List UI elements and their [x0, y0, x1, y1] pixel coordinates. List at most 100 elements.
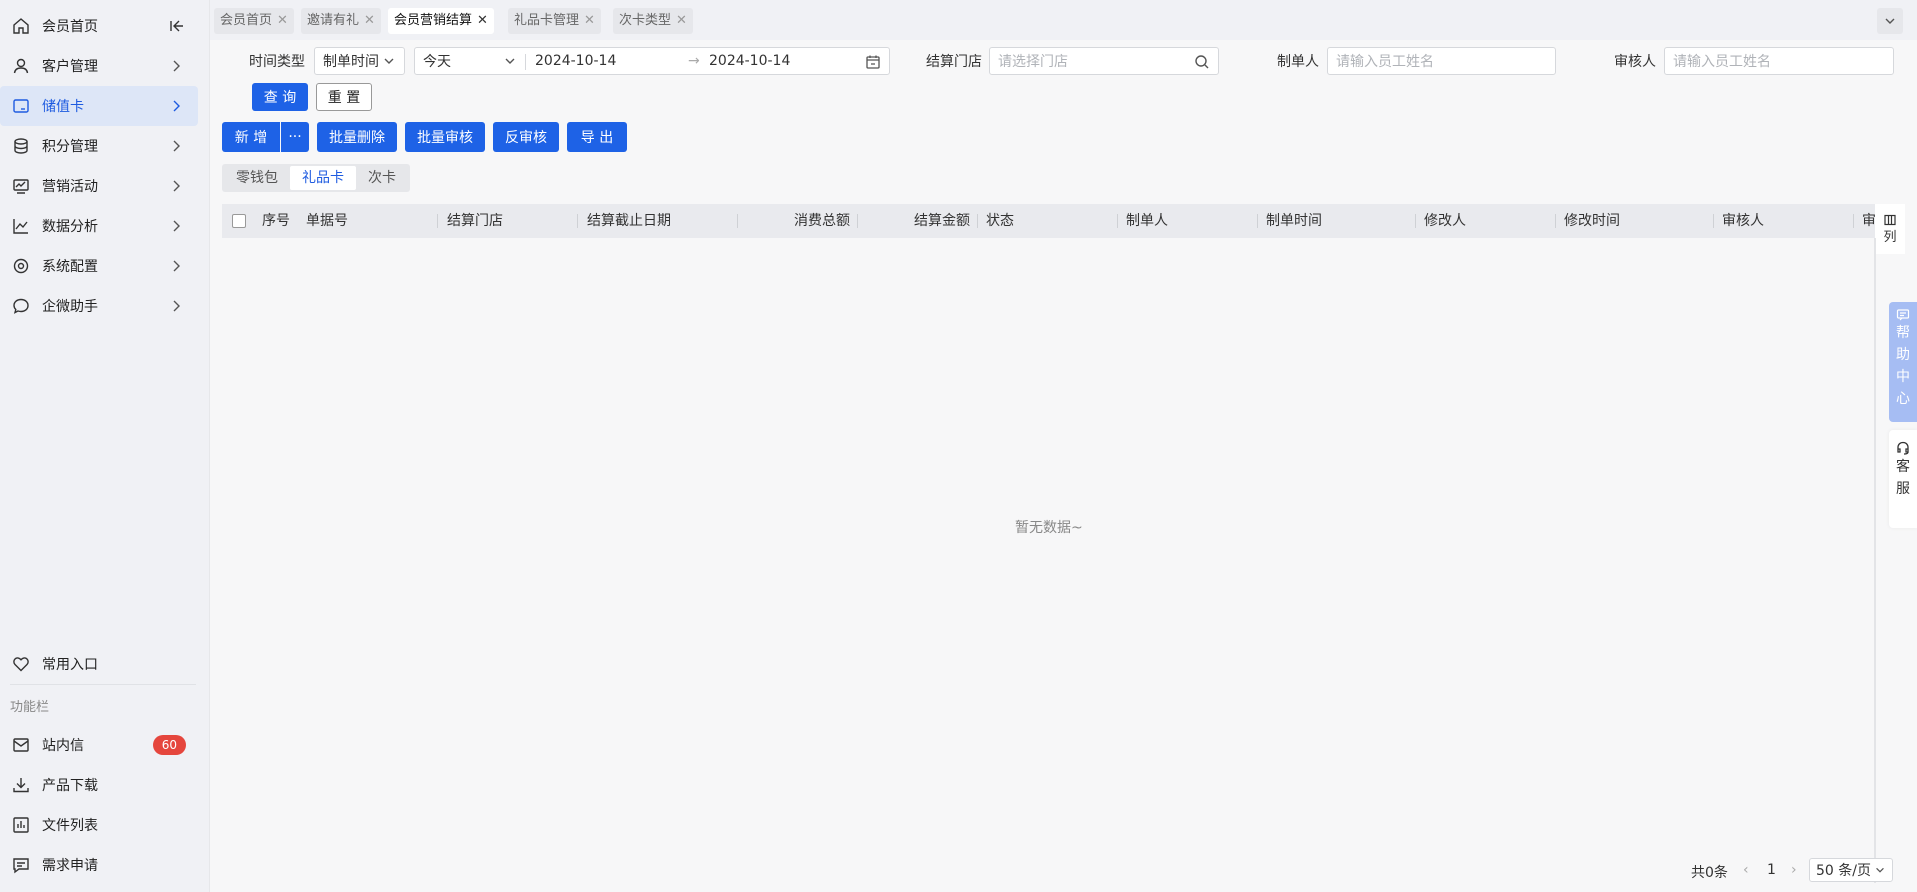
close-icon[interactable]: ✕ — [364, 8, 375, 34]
sidebar-item-stored-value-card[interactable]: 储值卡 — [0, 86, 198, 126]
date-start[interactable]: 2024-10-14 — [535, 53, 616, 69]
maker-label: 制单人 — [1277, 54, 1319, 70]
sidebar-item-label: 文件列表 — [42, 818, 98, 834]
tab-settlement[interactable]: 会员营销结算 ✕ — [388, 8, 494, 34]
column-settings-button[interactable]: 列 — [1875, 204, 1905, 254]
vertical-scrollbar[interactable] — [1874, 238, 1876, 883]
col-total-spend: 消费总额 — [794, 213, 850, 229]
tab-label: 礼品卡管理 — [514, 13, 580, 28]
col-separator — [1853, 214, 1854, 228]
time-type-select[interactable]: 制单时间 — [314, 47, 405, 75]
unread-badge: 60 — [152, 735, 186, 755]
col-review-truncated: 审 — [1862, 213, 1876, 229]
sidebar-item-wecom-assistant[interactable]: 企微助手 — [0, 286, 198, 326]
tabs-dropdown-button[interactable] — [1877, 8, 1903, 34]
col-deadline: 结算截止日期 — [587, 213, 671, 229]
store-select[interactable]: 请选择门店 — [989, 47, 1219, 75]
segment-wallet[interactable]: 零钱包 — [224, 166, 290, 190]
col-maker: 制单人 — [1126, 213, 1168, 229]
database-icon — [12, 137, 30, 155]
col-doc-number: 单据号 — [306, 213, 348, 229]
chevron-down-icon — [1885, 18, 1895, 24]
col-separator — [577, 214, 578, 228]
chevron-down-icon — [384, 58, 394, 64]
reviewer-label: 审核人 — [1614, 54, 1656, 70]
pagination-current-page[interactable]: 1 — [1767, 862, 1776, 878]
inbox-icon — [12, 736, 30, 754]
favorites-entry[interactable]: 常用入口 — [0, 644, 198, 684]
maker-input[interactable]: 请输入员工姓名 — [1327, 47, 1556, 75]
sidebar-item-label: 企微助手 — [42, 299, 98, 315]
col-status: 状态 — [986, 213, 1014, 229]
date-end[interactable]: 2024-10-14 — [709, 53, 790, 69]
query-button[interactable]: 查 询 — [252, 83, 308, 111]
select-all-checkbox[interactable] — [232, 214, 246, 228]
reviewer-input[interactable]: 请输入员工姓名 — [1664, 47, 1894, 75]
add-button[interactable]: 新 增 — [222, 122, 280, 152]
col-settle-amount: 结算金额 — [914, 213, 970, 229]
sidebar: 会员首页 客户管理 储值卡 积分管理 营销活动 数据分析 系统配置 企微助手 常… — [0, 0, 210, 892]
card-icon — [12, 97, 30, 115]
segment-times-card[interactable]: 次卡 — [356, 166, 408, 190]
pagination-total: 共0条 — [1691, 865, 1728, 881]
batch-delete-button[interactable]: 批量删除 — [317, 122, 397, 152]
batch-review-button[interactable]: 批量审核 — [405, 122, 485, 152]
store-label: 结算门店 — [926, 54, 982, 70]
sidebar-item-label: 储值卡 — [42, 99, 84, 115]
sidebar-item-analytics[interactable]: 数据分析 — [0, 206, 198, 246]
segment-gift-card[interactable]: 礼品卡 — [290, 166, 356, 190]
customer-service-button[interactable]: 客 服 — [1889, 430, 1917, 528]
sidebar-item-requests[interactable]: 需求申请 — [0, 845, 198, 885]
sidebar-item-points[interactable]: 积分管理 — [0, 126, 198, 166]
sidebar-item-label: 数据分析 — [42, 219, 98, 235]
sidebar-item-file-list[interactable]: 文件列表 — [0, 805, 198, 845]
help-char: 中 — [1896, 369, 1910, 385]
tab-bar: 会员首页 ✕ 邀请有礼 ✕ 会员营销结算 ✕ 礼品卡管理 ✕ 次卡类型 ✕ — [210, 0, 1917, 40]
sidebar-item-label: 需求申请 — [42, 858, 98, 874]
tab-gift-card[interactable]: 礼品卡管理 ✕ — [508, 8, 601, 34]
sidebar-item-label: 系统配置 — [42, 259, 98, 275]
sidebar-item-member-home[interactable]: 会员首页 — [0, 6, 198, 46]
tab-times-card-type[interactable]: 次卡类型 ✕ — [613, 8, 693, 34]
page-size-select[interactable]: 50 条/页 — [1809, 858, 1893, 882]
sidebar-item-label: 产品下载 — [42, 778, 98, 794]
sidebar-item-inbox[interactable]: 站内信 60 — [0, 725, 198, 765]
more-actions-button[interactable]: ··· — [281, 122, 309, 152]
close-icon[interactable]: ✕ — [676, 8, 687, 34]
help-char: 助 — [1896, 347, 1910, 363]
col-separator — [1117, 214, 1118, 228]
sidebar-item-system-config[interactable]: 系统配置 — [0, 246, 198, 286]
range-value: 今天 — [423, 54, 451, 70]
time-type-value: 制单时间 — [323, 54, 379, 70]
tab-invite[interactable]: 邀请有礼 ✕ — [301, 8, 381, 34]
next-page-icon[interactable]: › — [1791, 862, 1797, 878]
collapse-sidebar-icon[interactable] — [168, 17, 186, 35]
search-icon — [1195, 55, 1209, 69]
tab-member-home[interactable]: 会员首页 ✕ — [214, 8, 294, 34]
prev-page-icon[interactable]: ‹ — [1743, 862, 1749, 878]
close-icon[interactable]: ✕ — [277, 8, 288, 34]
col-separator — [737, 214, 738, 228]
main-content: 时间类型 制单时间 今天 2024-10-14 → 2024-10-14 结算门… — [210, 40, 1917, 892]
help-center-button[interactable]: 帮 助 中 心 — [1889, 302, 1917, 422]
empty-state: 暂无数据~ — [1015, 520, 1083, 536]
date-range-picker[interactable]: 今天 2024-10-14 → 2024-10-14 — [414, 47, 890, 75]
sidebar-item-label: 积分管理 — [42, 139, 98, 155]
tab-label: 次卡类型 — [619, 13, 672, 28]
close-icon[interactable]: ✕ — [584, 8, 595, 34]
sidebar-item-marketing[interactable]: 营销活动 — [0, 166, 198, 206]
range-arrow-icon: → — [688, 53, 700, 69]
unreview-button[interactable]: 反审核 — [493, 122, 559, 152]
chevron-right-icon — [173, 260, 180, 272]
field-divider — [525, 54, 526, 70]
monitor-chart-icon — [12, 177, 30, 195]
sidebar-item-downloads[interactable]: 产品下载 — [0, 765, 198, 805]
export-button[interactable]: 导 出 — [567, 122, 627, 152]
sidebar-item-customers[interactable]: 客户管理 — [0, 46, 198, 86]
home-icon — [12, 17, 30, 35]
col-reviewer: 审核人 — [1722, 213, 1764, 229]
help-char: 帮 — [1896, 325, 1910, 341]
user-icon — [12, 57, 30, 75]
reset-button[interactable]: 重 置 — [316, 83, 372, 111]
close-icon[interactable]: ✕ — [477, 8, 488, 34]
